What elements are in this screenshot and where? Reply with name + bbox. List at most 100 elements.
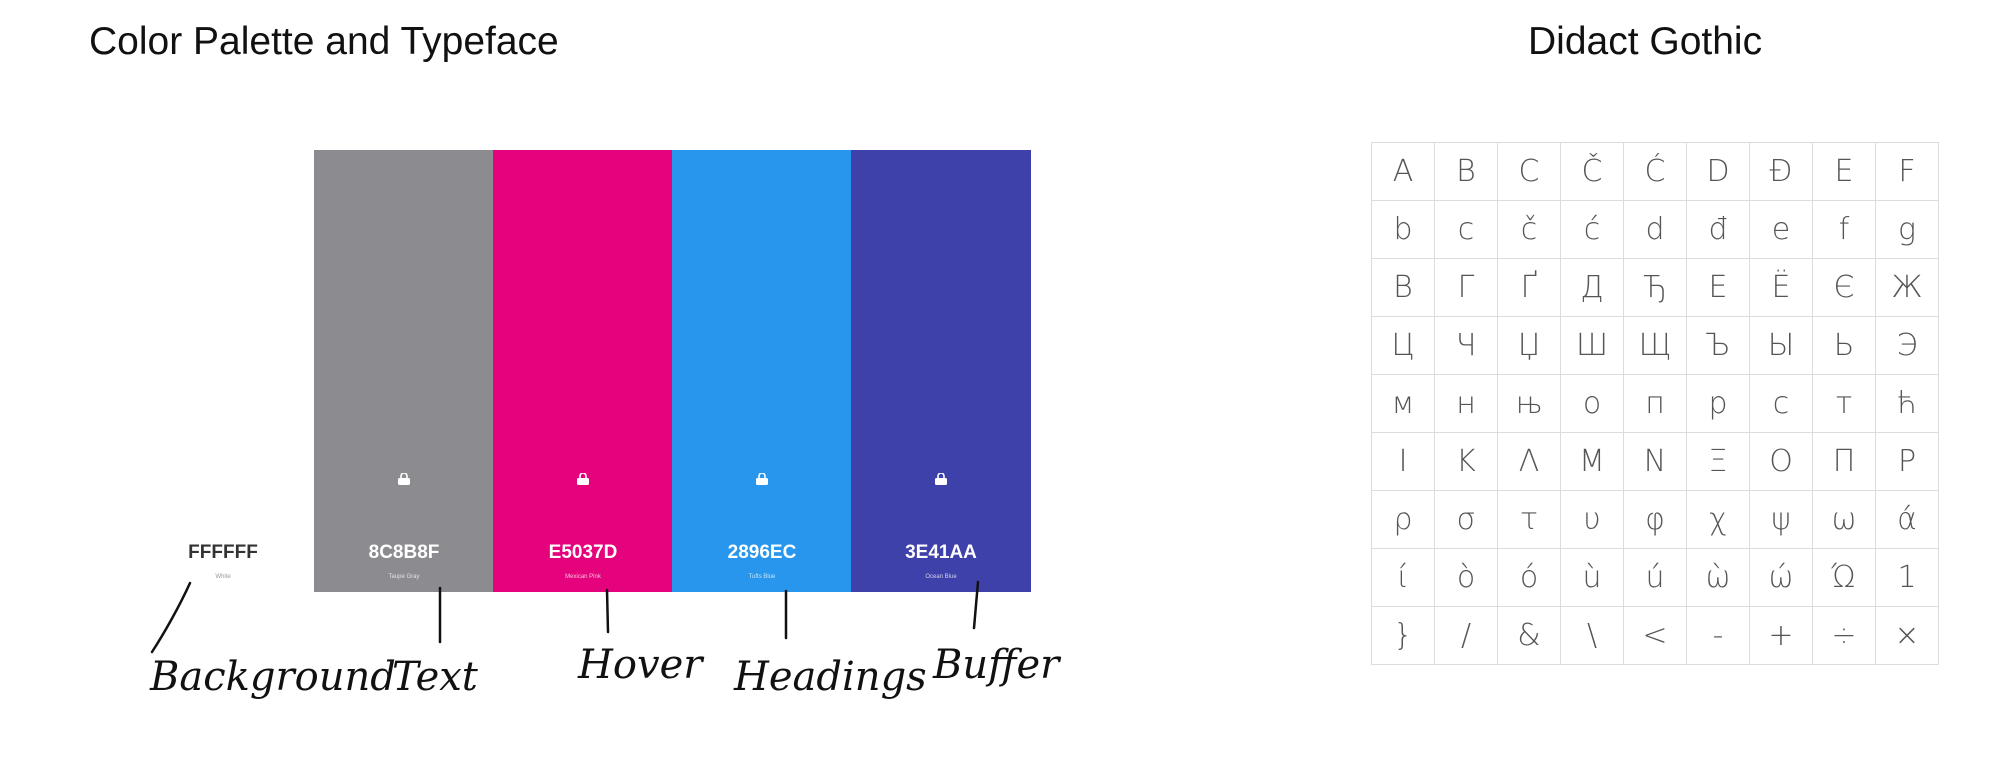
- glyph-cell: Г: [1434, 258, 1498, 317]
- glyph-cell: ú: [1623, 548, 1687, 607]
- annotation-hover: Hover: [577, 642, 705, 688]
- glyph-cell: ὼ: [1686, 548, 1750, 607]
- glyph-cell: Џ: [1497, 316, 1561, 375]
- glyph-cell: φ: [1623, 490, 1687, 549]
- glyph-cell: Đ: [1749, 142, 1813, 201]
- glyph-cell: 1: [1875, 548, 1939, 607]
- glyph-row: ABCČĆDĐEF: [1371, 142, 1939, 201]
- glyph-cell: Є: [1812, 258, 1876, 317]
- glyph-cell: }: [1371, 606, 1435, 665]
- glyph-cell: <: [1623, 606, 1687, 665]
- glyph-cell: Щ: [1623, 316, 1687, 375]
- glyph-cell: Ι: [1371, 432, 1435, 491]
- lock-icon: [935, 473, 947, 485]
- glyph-cell: п: [1623, 374, 1687, 433]
- annotation-headings: Headings: [733, 654, 927, 700]
- glyph-cell: e: [1749, 200, 1813, 259]
- glyph-cell: ћ: [1875, 374, 1939, 433]
- glyph-cell: Ы: [1749, 316, 1813, 375]
- color-name-headings: Tufts Blue: [748, 574, 776, 580]
- swatch-headings: 2896EC Tufts Blue: [672, 150, 852, 592]
- color-name-buffer: Ocean Blue: [925, 574, 957, 580]
- glyph-cell: Ё: [1749, 258, 1813, 317]
- glyph-row: ВГҐДЂЕЁЄЖ: [1371, 258, 1939, 317]
- glyph-cell: ά: [1875, 490, 1939, 549]
- lock-icon: [756, 473, 768, 485]
- glyph-cell: Ж: [1875, 258, 1939, 317]
- glyph-cell: Ґ: [1497, 258, 1561, 317]
- swatch-buffer: 3E41AA Ocean Blue: [851, 150, 1031, 592]
- glyph-cell: c: [1434, 200, 1498, 259]
- glyph-cell: +: [1749, 606, 1813, 665]
- glyph-cell: ω: [1812, 490, 1876, 549]
- glyph-cell: Ο: [1749, 432, 1813, 491]
- glyph-cell: с: [1749, 374, 1813, 433]
- glyph-cell: ò: [1434, 548, 1498, 607]
- glyph-cell: н: [1434, 374, 1498, 433]
- glyph-cell: В: [1371, 258, 1435, 317]
- glyph-cell: Ъ: [1686, 316, 1750, 375]
- glyph-cell: Ч: [1434, 316, 1498, 375]
- glyph-cell: ć: [1560, 200, 1624, 259]
- glyph-cell: Ώ: [1812, 548, 1876, 607]
- pointer-line-background: [150, 581, 192, 654]
- glyph-cell: Κ: [1434, 432, 1498, 491]
- swatch-hover: E5037D Mexican Pink: [493, 150, 673, 592]
- glyph-cell: E: [1812, 142, 1876, 201]
- glyph-cell: -: [1686, 606, 1750, 665]
- glyph-cell: A: [1371, 142, 1435, 201]
- glyph-cell: ó: [1497, 548, 1561, 607]
- pointer-line-hover: [605, 588, 610, 634]
- glyph-cell: B: [1434, 142, 1498, 201]
- palette-title: Color Palette and Typeface: [89, 20, 559, 63]
- glyph-cell: f: [1812, 200, 1876, 259]
- glyph-cell: d: [1623, 200, 1687, 259]
- glyph-cell: ×: [1875, 606, 1939, 665]
- hex-code-buffer: 3E41AA: [905, 542, 977, 563]
- color-name-text: Taupe Gray: [388, 574, 420, 580]
- glyph-cell: њ: [1497, 374, 1561, 433]
- glyph-cell: đ: [1686, 200, 1750, 259]
- glyph-cell: ÷: [1812, 606, 1876, 665]
- color-name-background: White: [215, 574, 231, 580]
- hex-code-hover: E5037D: [548, 542, 618, 563]
- glyph-cell: b: [1371, 200, 1435, 259]
- glyph-cell: р: [1686, 374, 1750, 433]
- glyph-cell: ù: [1560, 548, 1624, 607]
- glyph-cell: Е: [1686, 258, 1750, 317]
- glyph-cell: Ρ: [1875, 432, 1939, 491]
- glyph-cell: Ш: [1560, 316, 1624, 375]
- glyph-cell: Д: [1560, 258, 1624, 317]
- hex-code-background: FFFFFF: [188, 542, 258, 563]
- glyph-cell: \: [1560, 606, 1624, 665]
- annotation-buffer: Buffer: [932, 642, 1062, 688]
- glyph-row: мнњопрстћ: [1371, 374, 1939, 433]
- glyph-cell: χ: [1686, 490, 1750, 549]
- glyph-cell: ψ: [1749, 490, 1813, 549]
- glyph-row: } / & \ < - + ÷ ×: [1371, 606, 1939, 665]
- glyph-cell: F: [1875, 142, 1939, 201]
- glyph-cell: /: [1434, 606, 1498, 665]
- glyph-cell: Ђ: [1623, 258, 1687, 317]
- glyph-cell: C: [1497, 142, 1561, 201]
- annotation-background: Background: [149, 654, 396, 700]
- glyph-cell: Ν: [1623, 432, 1687, 491]
- glyph-row: ίòóùúὼώΏ1: [1371, 548, 1939, 607]
- lock-icon: [398, 473, 410, 485]
- glyph-cell: Λ: [1497, 432, 1561, 491]
- glyph-cell: ώ: [1749, 548, 1813, 607]
- glyph-cell: Ц: [1371, 316, 1435, 375]
- glyph-row: ЦЧЏШЩЪЫЬЭ: [1371, 316, 1939, 375]
- glyph-cell: υ: [1560, 490, 1624, 549]
- glyph-row: bcčćdđefg: [1371, 200, 1939, 259]
- glyph-grid: ABCČĆDĐEFbcčćdđefgВГҐДЂЕЁЄЖЦЧЏШЩЪЫЬЭмнњо…: [1371, 142, 1939, 665]
- glyph-cell: Č: [1560, 142, 1624, 201]
- glyph-cell: ρ: [1371, 490, 1435, 549]
- hex-code-headings: 2896EC: [727, 542, 797, 563]
- glyph-cell: Ć: [1623, 142, 1687, 201]
- glyph-cell: č: [1497, 200, 1561, 259]
- glyph-row: ΙΚΛΜΝΞΟΠΡ: [1371, 432, 1939, 491]
- glyph-cell: g: [1875, 200, 1939, 259]
- glyph-cell: т: [1812, 374, 1876, 433]
- glyph-cell: м: [1371, 374, 1435, 433]
